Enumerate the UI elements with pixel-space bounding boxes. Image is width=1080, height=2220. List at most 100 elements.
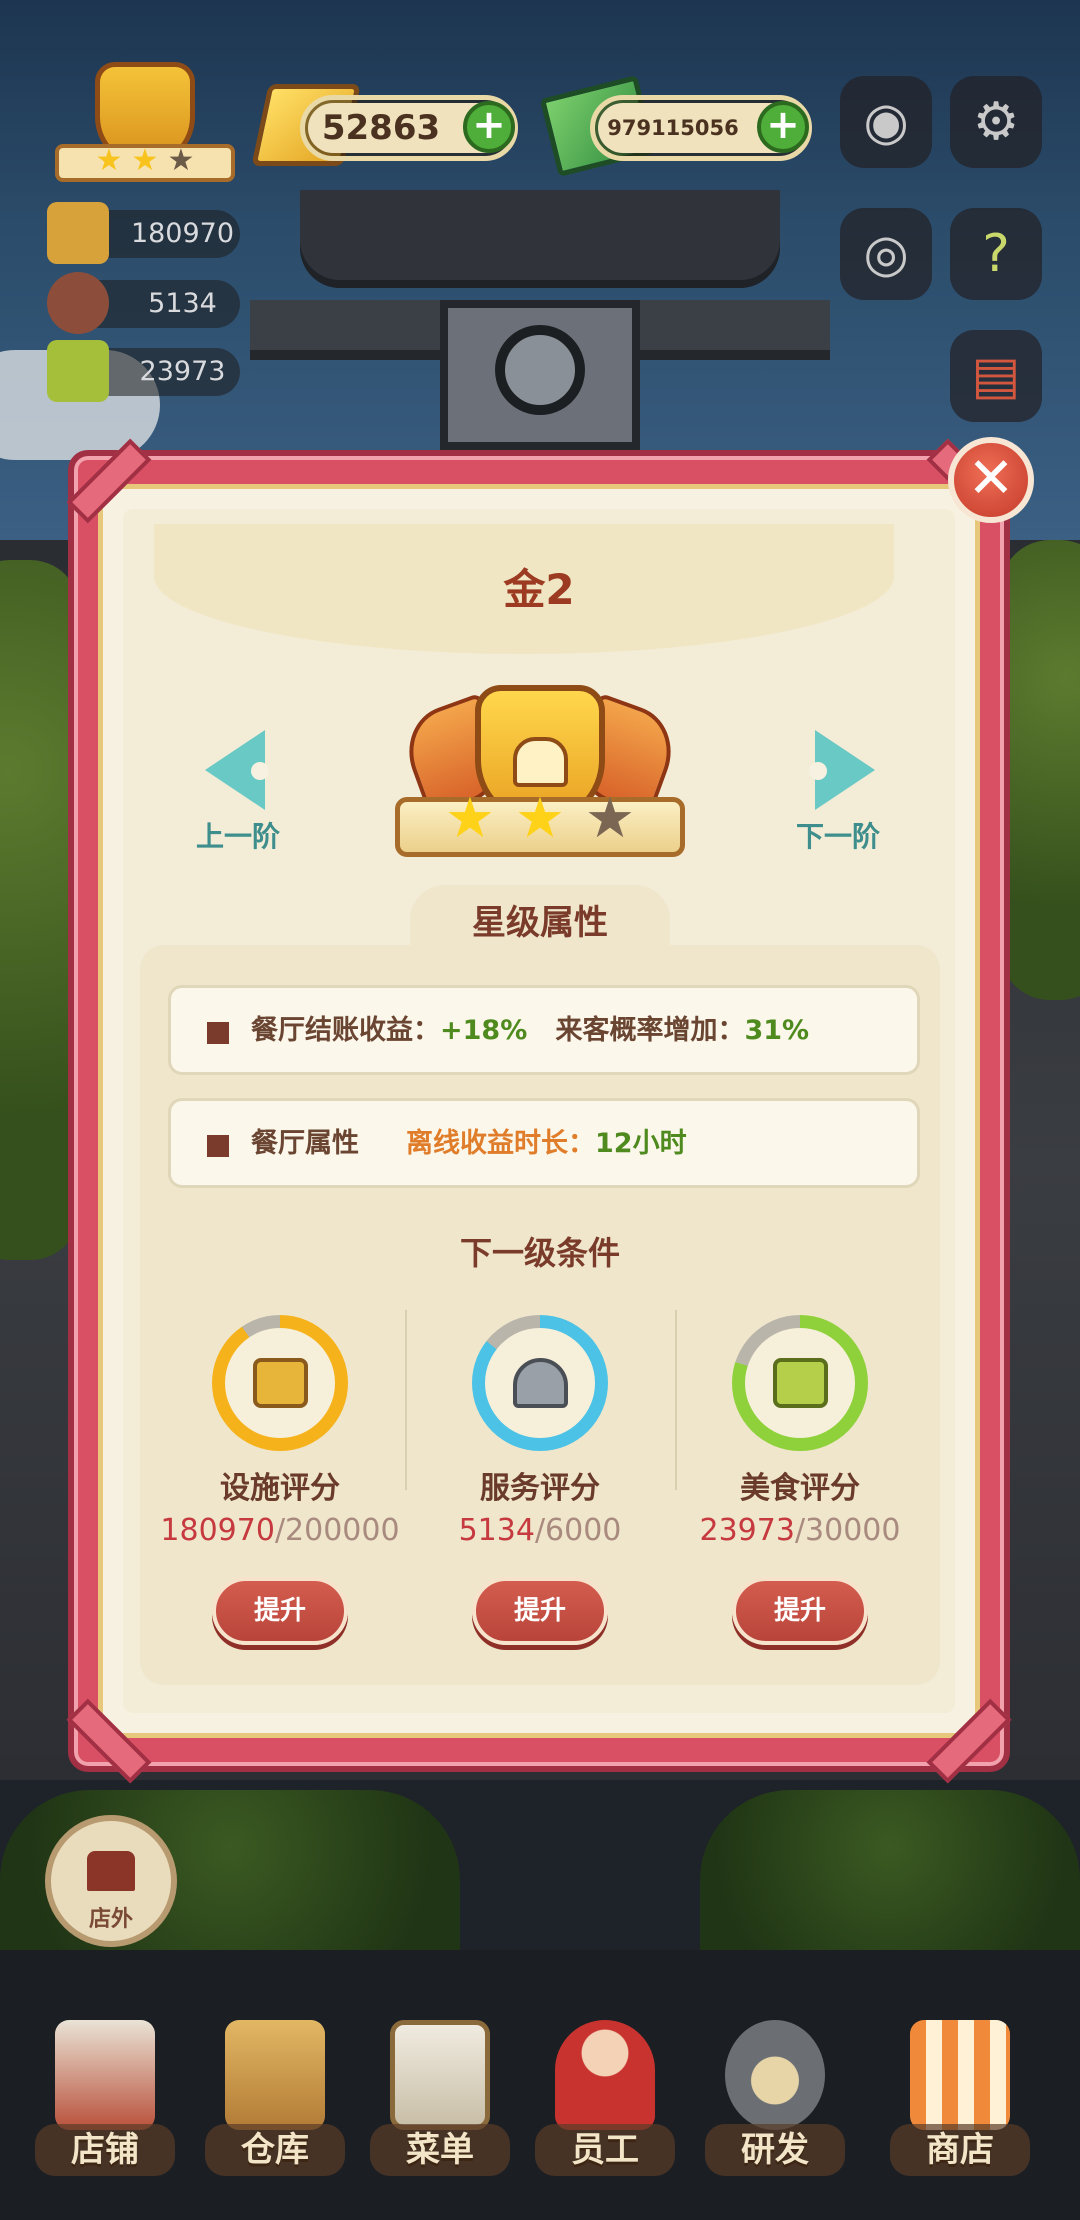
attr-value: 31%: [744, 1015, 810, 1046]
close-button[interactable]: ✕: [948, 437, 1034, 523]
condition-label: 服务评分: [480, 1471, 600, 1506]
question-book-icon: ?: [982, 224, 1010, 284]
nav-label: 研发: [741, 2130, 809, 2170]
divider: [405, 1310, 407, 1490]
upgrade-facility-button[interactable]: 提升: [212, 1577, 348, 1645]
gold-value: 52863: [321, 108, 441, 148]
view-button[interactable]: ◎: [840, 208, 932, 300]
condition-label: 设施评分: [220, 1471, 340, 1506]
facility-score-value: 180970: [130, 218, 235, 249]
attribute-row: 餐厅结账收益：+18% 来客概率增加：31%: [168, 985, 920, 1075]
store-icon: [910, 2020, 1010, 2130]
arrow-dot: [809, 762, 827, 780]
progress-ring: [472, 1315, 608, 1451]
food-score-value: 23973: [139, 356, 226, 387]
add-gold-button[interactable]: +: [463, 101, 515, 153]
star-attributes-title: 星级属性: [472, 903, 608, 943]
next-level-conditions-title: 下一级条件: [459, 1234, 620, 1272]
bottom-navigation: 店铺 仓库 菜单 员工 研发 商店: [0, 2000, 1080, 2220]
star-filled-icon: ★: [514, 786, 566, 851]
facility-score-chip: 180970: [47, 202, 240, 264]
recipe-book-icon: [773, 1358, 828, 1408]
condition-target: /6000: [534, 1513, 622, 1548]
ring-center: [745, 1328, 855, 1438]
condition-target: /200000: [274, 1513, 400, 1548]
food-score-chip: 23973: [47, 340, 240, 402]
progress-ring: [212, 1315, 348, 1451]
prev-tier-label[interactable]: 上一阶: [158, 815, 318, 855]
shop-icon: [55, 2020, 155, 2130]
camera-icon: ◉: [863, 92, 909, 152]
gold-rank-emblem: ★ ★ ★: [395, 685, 685, 875]
nav-label: 菜单: [406, 2130, 474, 2170]
bullet-square-icon: [207, 1135, 229, 1157]
upgrade-service-button[interactable]: 提升: [472, 1577, 608, 1645]
gold-counter: 52863 +: [300, 95, 518, 161]
round-window: [495, 325, 585, 415]
service-score-chip: 5134: [47, 272, 240, 334]
attr-value: +18%: [440, 1015, 528, 1046]
service-score-value: 5134: [148, 288, 217, 319]
star-filled-icon: ★: [131, 143, 159, 178]
eye-icon: ◎: [863, 224, 909, 284]
camera-button[interactable]: ◉: [840, 76, 932, 168]
arrow-dot: [251, 762, 269, 780]
service-cloche-icon: [513, 1358, 568, 1408]
rank-badge[interactable]: ★ ★ ★: [50, 62, 240, 192]
attribute-text: 餐厅结账收益：+18% 来客概率增加：31%: [251, 988, 809, 1074]
divider: [675, 1310, 677, 1490]
facility-icon: [253, 1358, 308, 1408]
add-cash-button[interactable]: +: [757, 101, 809, 153]
next-tier-button[interactable]: [805, 730, 875, 810]
nav-menu[interactable]: 菜单: [360, 2020, 520, 2200]
attr-name: 来客概率增加：: [555, 1015, 745, 1046]
condition-current: 5134: [458, 1513, 535, 1548]
recipe-book-icon: [47, 340, 109, 402]
next-tier-label[interactable]: 下一阶: [758, 815, 918, 855]
research-icon: [725, 2020, 825, 2130]
nav-label: 仓库: [241, 2130, 309, 2170]
gear-icon: ⚙: [972, 92, 1020, 152]
attr-value: 12小时: [595, 1128, 687, 1159]
condition-progress-text: 5134/6000: [390, 1513, 690, 1548]
ring-center: [485, 1328, 595, 1438]
star-empty-icon: ★: [584, 786, 636, 851]
star-filled-icon: ★: [444, 786, 496, 851]
attr-name: 餐厅属性: [251, 1128, 359, 1159]
chef-hat-icon: [513, 737, 568, 787]
attribute-row: 餐厅属性 离线收益时长：12小时: [168, 1098, 920, 1188]
attribute-text: 餐厅属性 离线收益时长：12小时: [251, 1101, 687, 1187]
service-cloche-icon: [47, 272, 109, 334]
red-book-icon: ▤: [971, 346, 1021, 406]
nav-shop[interactable]: 店铺: [25, 2020, 185, 2200]
close-icon: ✕: [967, 446, 1015, 511]
attr-sub: 离线收益时长：: [406, 1128, 595, 1159]
settings-button[interactable]: ⚙: [950, 76, 1042, 168]
nav-warehouse[interactable]: 仓库: [195, 2020, 355, 2200]
progress-ring: [732, 1315, 868, 1451]
nav-store[interactable]: 商店: [880, 2020, 1040, 2200]
cash-counter: 979115056 +: [590, 95, 812, 161]
outside-store-button[interactable]: 店外: [45, 1815, 177, 1947]
staff-icon: [555, 2020, 655, 2130]
guide-book-button[interactable]: ?: [950, 208, 1042, 300]
prev-tier-button[interactable]: [205, 730, 275, 810]
condition-target: /30000: [794, 1513, 901, 1548]
upgrade-food-button[interactable]: 提升: [732, 1577, 868, 1645]
condition-label: 美食评分: [740, 1471, 860, 1506]
outside-store-label: 店外: [88, 1907, 133, 1932]
menu-icon: [390, 2020, 490, 2130]
nav-label: 员工: [571, 2130, 639, 2170]
cash-value: 979115056: [607, 116, 739, 140]
rank-title: 金2: [503, 565, 575, 614]
nav-label: 商店: [926, 2130, 994, 2170]
ring-center: [225, 1328, 335, 1438]
event-book-button[interactable]: ▤: [950, 330, 1042, 422]
condition-progress-text: 23973/30000: [650, 1513, 950, 1548]
nav-label: 店铺: [71, 2130, 139, 2170]
nav-research[interactable]: 研发: [695, 2020, 855, 2200]
nav-staff[interactable]: 员工: [525, 2020, 685, 2200]
condition-current: 23973: [699, 1513, 795, 1548]
temple-roof: [300, 190, 780, 280]
house-icon: [87, 1851, 135, 1891]
